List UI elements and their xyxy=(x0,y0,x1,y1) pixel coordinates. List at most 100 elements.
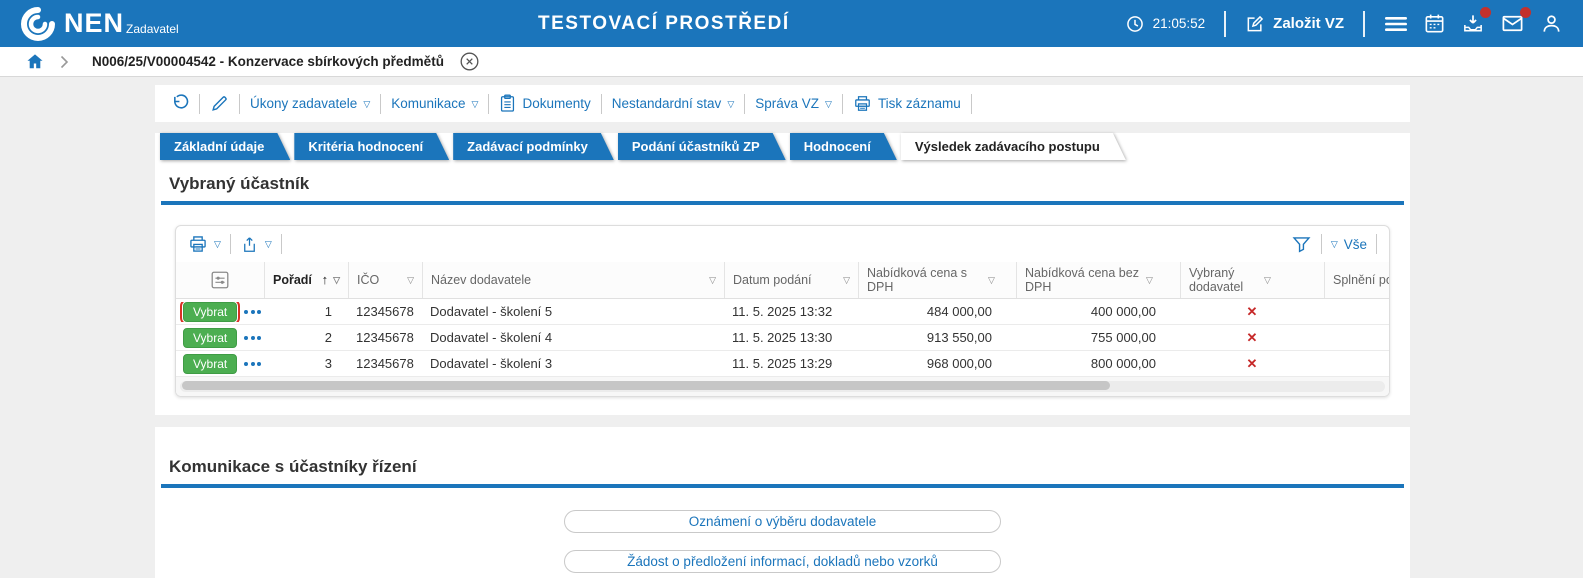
breadcrumb-record[interactable]: N006/25/V00004542 - Konzervace sbírkovýc… xyxy=(92,54,444,69)
downloads-button[interactable] xyxy=(1461,7,1491,35)
caret-down-icon: ▽ xyxy=(471,98,479,109)
column-header-datum-podani[interactable]: Datum podání ▽ xyxy=(724,262,858,298)
sort-ascending-icon: ↑ xyxy=(321,271,329,287)
participants-table-panel: ▽ ▽ ▽ Vše Pořadí ↑ ▽ IČO ▽ Název dodavat… xyxy=(175,225,1390,397)
tab-zakladni-udaje[interactable]: Základní údaje xyxy=(160,133,290,160)
home-button[interactable] xyxy=(25,52,45,71)
not-selected-x-icon: ✕ xyxy=(1246,355,1258,371)
toolbar-divider xyxy=(1320,234,1322,254)
caret-down-icon: ▽ xyxy=(363,98,371,109)
create-vz-button[interactable]: Založit VZ xyxy=(1245,14,1344,34)
scrollbar-thumb[interactable] xyxy=(182,381,1110,390)
column-header-splneni-podminek[interactable]: Splnění podmínek xyxy=(1324,262,1389,298)
tab-zadavaci-podminky[interactable]: Zadávací podmínky xyxy=(453,133,614,160)
horizontal-scrollbar[interactable] xyxy=(176,377,1389,396)
table-row: Vybrat 1 12345678 Dodavatel - školení 5 … xyxy=(176,299,1389,325)
toolbar-divider xyxy=(600,93,602,114)
select-supplier-button[interactable]: Vybrat xyxy=(179,301,241,322)
select-supplier-button[interactable]: Vybrat xyxy=(183,327,238,348)
environment-title: TESTOVACÍ PROSTŘEDÍ xyxy=(538,12,790,34)
tab-hodnoceni[interactable]: Hodnocení xyxy=(790,133,897,160)
nen-logo[interactable]: NEN Zadavatel xyxy=(20,6,179,42)
close-record-button[interactable] xyxy=(459,51,480,72)
user-profile-button[interactable] xyxy=(1540,12,1563,35)
edit-record-button[interactable] xyxy=(210,94,229,113)
refresh-button[interactable] xyxy=(169,93,189,114)
menu-nestandardni-stav[interactable]: Nestandardní stav ▽ xyxy=(612,96,734,111)
menu-dokumenty[interactable]: Dokumenty xyxy=(499,94,591,113)
oznameni-o-vyberu-button[interactable]: Oznámení o výběru dodavatele xyxy=(564,510,1001,533)
calendar-icon xyxy=(1423,12,1446,35)
caret-down-icon[interactable]: ▽ xyxy=(1264,275,1271,285)
cell-cena-bez-dph: 800 000,00 xyxy=(1090,356,1156,371)
topbar-divider xyxy=(1224,10,1227,37)
export-table-button[interactable]: ▽ xyxy=(240,235,272,254)
person-icon xyxy=(1540,12,1563,35)
row-menu-button[interactable] xyxy=(244,361,262,366)
menu-sprava-vz[interactable]: Správa VZ ▽ xyxy=(755,96,832,111)
cell-poradi: 3 xyxy=(324,356,332,371)
row-menu-button[interactable] xyxy=(244,309,262,314)
caret-down-icon[interactable]: ▽ xyxy=(333,275,340,285)
filter-scope-dropdown[interactable]: ▽ Vše xyxy=(1331,237,1367,252)
table-row: Vybrat 3 12345678 Dodavatel - školení 3 … xyxy=(176,351,1389,377)
messages-button[interactable] xyxy=(1500,7,1531,35)
row-menu-button[interactable] xyxy=(244,335,262,340)
column-header-poradi[interactable]: Pořadí ↑ ▽ xyxy=(264,262,348,298)
toolbar-divider xyxy=(744,93,746,114)
caret-down-icon: ▽ xyxy=(214,239,221,249)
caret-down-icon[interactable]: ▽ xyxy=(988,275,995,285)
column-header-nazev-dodavatele[interactable]: Název dodavatele ▽ xyxy=(422,262,724,298)
cell-cena-bez-dph: 755 000,00 xyxy=(1090,330,1156,345)
printer-icon xyxy=(853,94,872,113)
menu-ukony-zadavatele[interactable]: Úkony zadavatele ▽ xyxy=(250,96,370,111)
toolbar-divider xyxy=(199,93,200,114)
main-menu-button[interactable] xyxy=(1384,13,1408,35)
print-table-button[interactable]: ▽ xyxy=(188,234,221,254)
clock-icon xyxy=(1125,14,1145,34)
column-settings-button[interactable] xyxy=(176,262,264,298)
cell-ico: 12345678 xyxy=(356,304,414,319)
column-header-vybrany-dodavatel[interactable]: Vybraný dodavatel ▽ xyxy=(1180,262,1324,298)
document-icon xyxy=(499,94,516,113)
filter-button[interactable] xyxy=(1291,234,1312,255)
cell-ico: 12345678 xyxy=(356,356,414,371)
not-selected-x-icon: ✕ xyxy=(1246,329,1258,345)
toolbar-divider xyxy=(280,234,282,254)
table-header-row: Pořadí ↑ ▽ IČO ▽ Název dodavatele ▽ Datu… xyxy=(176,262,1389,299)
result-card: Základní údaje Kritéria hodnocení Zadáva… xyxy=(155,133,1410,415)
edit-square-icon xyxy=(1245,14,1265,34)
caret-down-icon: ▽ xyxy=(1330,239,1338,249)
toolbar-divider xyxy=(970,93,972,114)
top-bar: NEN Zadavatel TESTOVACÍ PROSTŘEDÍ 21:05:… xyxy=(0,0,1583,47)
table-toolbar: ▽ ▽ ▽ Vše xyxy=(176,226,1389,262)
tab-vysledek-zadavaciho-postupu[interactable]: Výsledek zadávacího postupu xyxy=(901,133,1126,160)
menu-komunikace[interactable]: Komunikace ▽ xyxy=(391,96,478,111)
zadost-o-predlozeni-button[interactable]: Žádost o předložení informací, dokladů n… xyxy=(564,550,1001,573)
column-header-ico[interactable]: IČO ▽ xyxy=(348,262,422,298)
hamburger-icon xyxy=(1384,13,1408,35)
topbar-divider xyxy=(1363,10,1365,37)
messages-notification-badge xyxy=(1520,7,1531,18)
cell-ico: 12345678 xyxy=(356,330,414,345)
menu-tisk-zaznamu[interactable]: Tisk záznamu xyxy=(853,94,961,113)
select-supplier-button[interactable]: Vybrat xyxy=(183,353,238,374)
column-header-cena-bez-dph[interactable]: Nabídková cena bez DPH ▽ xyxy=(1016,262,1180,298)
record-tabs: Základní údaje Kritéria hodnocení Zadáva… xyxy=(155,133,1410,160)
scrollbar-track[interactable] xyxy=(180,381,1385,392)
breadcrumb: N006/25/V00004542 - Konzervace sbírkovýc… xyxy=(0,47,1583,77)
caret-down-icon[interactable]: ▽ xyxy=(843,275,850,285)
tab-kriteria-hodnoceni[interactable]: Kritéria hodnocení xyxy=(294,133,449,160)
caret-down-icon[interactable]: ▽ xyxy=(709,275,716,285)
caret-down-icon[interactable]: ▽ xyxy=(407,275,414,285)
session-time: 21:05:52 xyxy=(1152,16,1206,31)
cell-cena-bez-dph: 400 000,00 xyxy=(1090,304,1156,319)
table-row: Vybrat 2 12345678 Dodavatel - školení 4 … xyxy=(176,325,1389,351)
section-rule xyxy=(161,484,1404,488)
tab-podani-ucastniku[interactable]: Podání účastníků ZP xyxy=(618,133,786,160)
column-header-cena-s-dph[interactable]: Nabídková cena s DPH ▽ xyxy=(858,262,1016,298)
cell-poradi: 2 xyxy=(324,330,332,345)
caret-down-icon[interactable]: ▽ xyxy=(1146,275,1153,285)
calendar-button[interactable] xyxy=(1423,12,1446,35)
toolbar-divider xyxy=(488,93,490,114)
